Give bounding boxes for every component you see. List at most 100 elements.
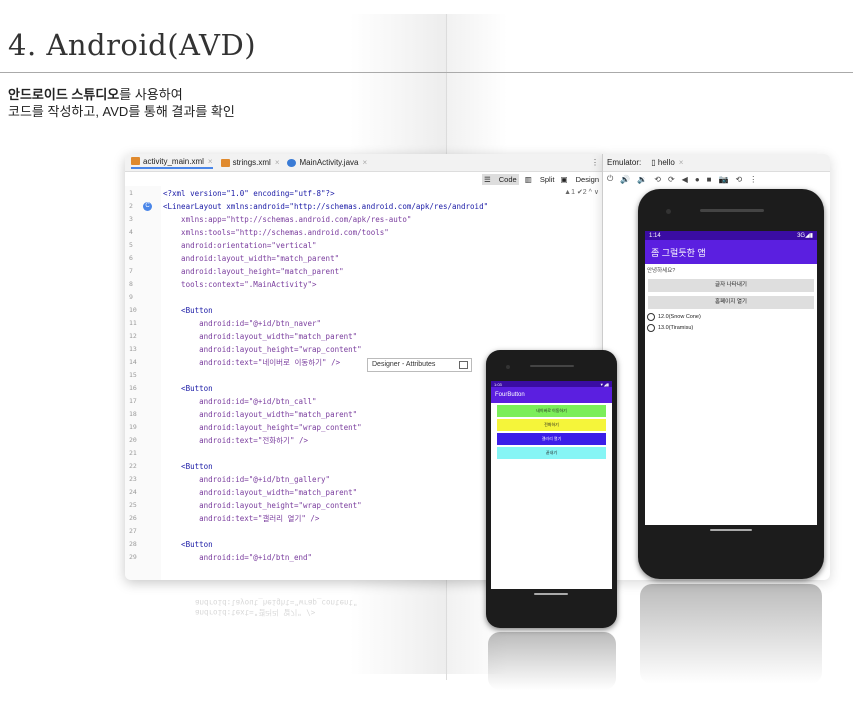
slide-title: 4. Android(AVD) bbox=[8, 28, 257, 62]
rotate-left-icon[interactable]: ⟲ bbox=[654, 175, 661, 184]
code-line[interactable]: 9 bbox=[125, 291, 605, 304]
code-line[interactable]: 11 android:id="@+id/btn_naver" bbox=[125, 317, 605, 330]
open-homepage-button[interactable]: 홈페이지 열기 bbox=[648, 296, 814, 309]
subtitle-bold: 안드로이드 스튜디오 bbox=[8, 87, 120, 102]
line-number: 27 bbox=[129, 527, 137, 535]
code-text: android:text="전화하기" /> bbox=[163, 436, 308, 445]
code-text: android:id="@+id/btn_call" bbox=[163, 397, 317, 406]
emulator-label: Emulator: bbox=[607, 158, 642, 167]
code-line[interactable]: 1 <?xml version="1.0" encoding="utf-8"?> bbox=[125, 187, 605, 200]
view-mode-bar: ☰ Code ▥ Split ▣ Design bbox=[125, 172, 605, 186]
greeting-text: 안녕하세요? bbox=[647, 268, 676, 274]
speaker-grille bbox=[530, 365, 574, 367]
back-icon[interactable]: ◀ bbox=[682, 175, 688, 184]
window-icon bbox=[459, 361, 468, 369]
line-number: 10 bbox=[129, 306, 137, 314]
code-text: android:layout_height="match_parent" bbox=[163, 267, 344, 276]
close-icon[interactable]: × bbox=[362, 158, 367, 167]
code-text: <LinearLayout xmlns:android="http://sche… bbox=[163, 202, 489, 211]
end-button[interactable]: 끝내기 bbox=[497, 447, 606, 459]
line-number: 22 bbox=[129, 462, 137, 470]
radio-option-tiramisu[interactable]: 13.0(Tiramisu) bbox=[647, 324, 815, 332]
code-line[interactable]: 10 <Button bbox=[125, 304, 605, 317]
gallery-button[interactable]: 갤러리 열기 bbox=[497, 433, 606, 445]
rotate-right-icon[interactable]: ⟳ bbox=[668, 175, 675, 184]
code-line[interactable]: 3 xmlns:app="http://schemas.android.com/… bbox=[125, 213, 605, 226]
tab-activity-main[interactable]: activity_main.xml × bbox=[131, 157, 213, 169]
code-text: android:text="갤러리 열기" /> bbox=[163, 514, 320, 523]
code-text: android:id="@+id/btn_end" bbox=[163, 553, 313, 562]
snapshot-icon[interactable]: ⟲ bbox=[735, 175, 742, 184]
slide-subtitle-line2: 코드를 작성하고, AVD를 통해 결과를 확인 bbox=[8, 104, 235, 119]
code-text: <?xml version="1.0" encoding="utf-8"?> bbox=[163, 189, 335, 198]
device-name: hello bbox=[657, 158, 675, 167]
home-icon[interactable]: ● bbox=[695, 175, 700, 184]
code-line[interactable]: 12 android:layout_width="match_parent" bbox=[125, 330, 605, 343]
code-text: <Button bbox=[163, 462, 213, 471]
line-number: 11 bbox=[129, 319, 137, 327]
close-icon[interactable]: × bbox=[208, 157, 213, 166]
line-number: 15 bbox=[129, 371, 137, 379]
tab-strings[interactable]: strings.xml × bbox=[220, 158, 280, 167]
radio-circle-icon bbox=[647, 324, 655, 332]
camera-icon bbox=[666, 209, 671, 214]
line-number: 29 bbox=[129, 553, 137, 561]
radio-option-snow-cone[interactable]: 12.0(Snow Cone) bbox=[647, 313, 815, 321]
code-line[interactable]: 8 tools:context=".MainActivity"> bbox=[125, 278, 605, 291]
more-options-icon[interactable]: ⋮ bbox=[591, 158, 599, 167]
line-number: 8 bbox=[129, 280, 133, 288]
volume-up-icon[interactable]: 🔊 bbox=[620, 175, 630, 184]
line-number: 18 bbox=[129, 410, 137, 418]
code-text: xmlns:tools="http://schemas.android.com/… bbox=[163, 228, 389, 237]
code-line[interactable]: 6 android:layout_width="match_parent" bbox=[125, 252, 605, 265]
code-line[interactable]: 4 xmlns:tools="http://schemas.android.co… bbox=[125, 226, 605, 239]
line-number: 13 bbox=[129, 345, 137, 353]
close-icon[interactable]: × bbox=[275, 158, 280, 167]
phone-screen[interactable]: 1:03 ▼◢▮ FourButton 네이버로 이동하기 전화하기 갤러리 열기… bbox=[491, 381, 612, 589]
code-text: android:layout_width="match_parent" bbox=[163, 254, 340, 263]
close-icon[interactable]: × bbox=[679, 158, 684, 167]
code-line[interactable]: 2 C <LinearLayout xmlns:android="http://sc… bbox=[125, 200, 605, 213]
line-number: 28 bbox=[129, 540, 137, 548]
phone-icon: ▯ bbox=[651, 158, 656, 167]
gesture-bar bbox=[534, 593, 568, 595]
code-mode-button[interactable]: ☰ Code bbox=[481, 173, 519, 185]
code-text: <Button bbox=[163, 540, 213, 549]
screenshot-icon[interactable]: 📷 bbox=[719, 175, 729, 184]
call-button[interactable]: 전화하기 bbox=[497, 419, 606, 431]
split-mode-button[interactable]: ▥ Split bbox=[525, 175, 555, 184]
naver-button[interactable]: 네이버로 이동하기 bbox=[497, 405, 606, 417]
designer-attributes-popup[interactable]: Designer - Attributes bbox=[367, 358, 472, 372]
code-reflection: android:text="갤러리 열기" /> android:layout_h… bbox=[195, 598, 358, 617]
line-number: 14 bbox=[129, 358, 137, 366]
code-line[interactable]: 5 android:orientation="vertical" bbox=[125, 239, 605, 252]
line-number: 23 bbox=[129, 475, 137, 483]
line-number: 6 bbox=[129, 254, 133, 262]
design-mode-label: Design bbox=[575, 174, 599, 184]
line-number: 20 bbox=[129, 436, 137, 444]
popup-label: Designer - Attributes bbox=[372, 361, 436, 368]
power-icon[interactable]: ⏻ bbox=[607, 174, 613, 184]
class-gutter-icon[interactable]: C bbox=[143, 202, 152, 211]
line-number: 17 bbox=[129, 397, 137, 405]
gesture-bar bbox=[710, 529, 752, 531]
tab-label: strings.xml bbox=[232, 158, 271, 167]
code-text: android:id="@+id/btn_gallery" bbox=[163, 475, 331, 484]
line-number: 19 bbox=[129, 423, 137, 431]
java-class-icon bbox=[287, 158, 297, 167]
show-text-button[interactable]: 글자 나타내기 bbox=[648, 279, 814, 292]
line-number: 21 bbox=[129, 449, 137, 457]
code-text: android:layout_width="match_parent" bbox=[163, 488, 358, 497]
code-line[interactable]: 7 android:layout_height="match_parent" bbox=[125, 265, 605, 278]
speaker-grille bbox=[700, 209, 764, 212]
volume-down-icon[interactable]: 🔉 bbox=[637, 175, 647, 184]
emulator-device-tab[interactable]: ▯ hello × bbox=[651, 158, 683, 167]
more-options-icon[interactable]: ⋮ bbox=[749, 175, 757, 184]
overview-icon[interactable]: ■ bbox=[707, 175, 712, 184]
emulator-tabs: Emulator: ▯ hello × bbox=[603, 154, 830, 172]
status-bar: 1:14 3G◢▮ bbox=[645, 231, 817, 240]
tab-main-activity[interactable]: MainActivity.java × bbox=[287, 158, 367, 167]
phone-screen[interactable]: 1:14 3G◢▮ 좀 그럴듯한 앱 안녕하세요? 글자 나타내기 홈페이지 열기… bbox=[645, 231, 817, 525]
design-mode-button[interactable]: ▣ Design bbox=[560, 175, 599, 184]
code-text: android:text="네이버로 이동하기" /> bbox=[163, 358, 341, 367]
